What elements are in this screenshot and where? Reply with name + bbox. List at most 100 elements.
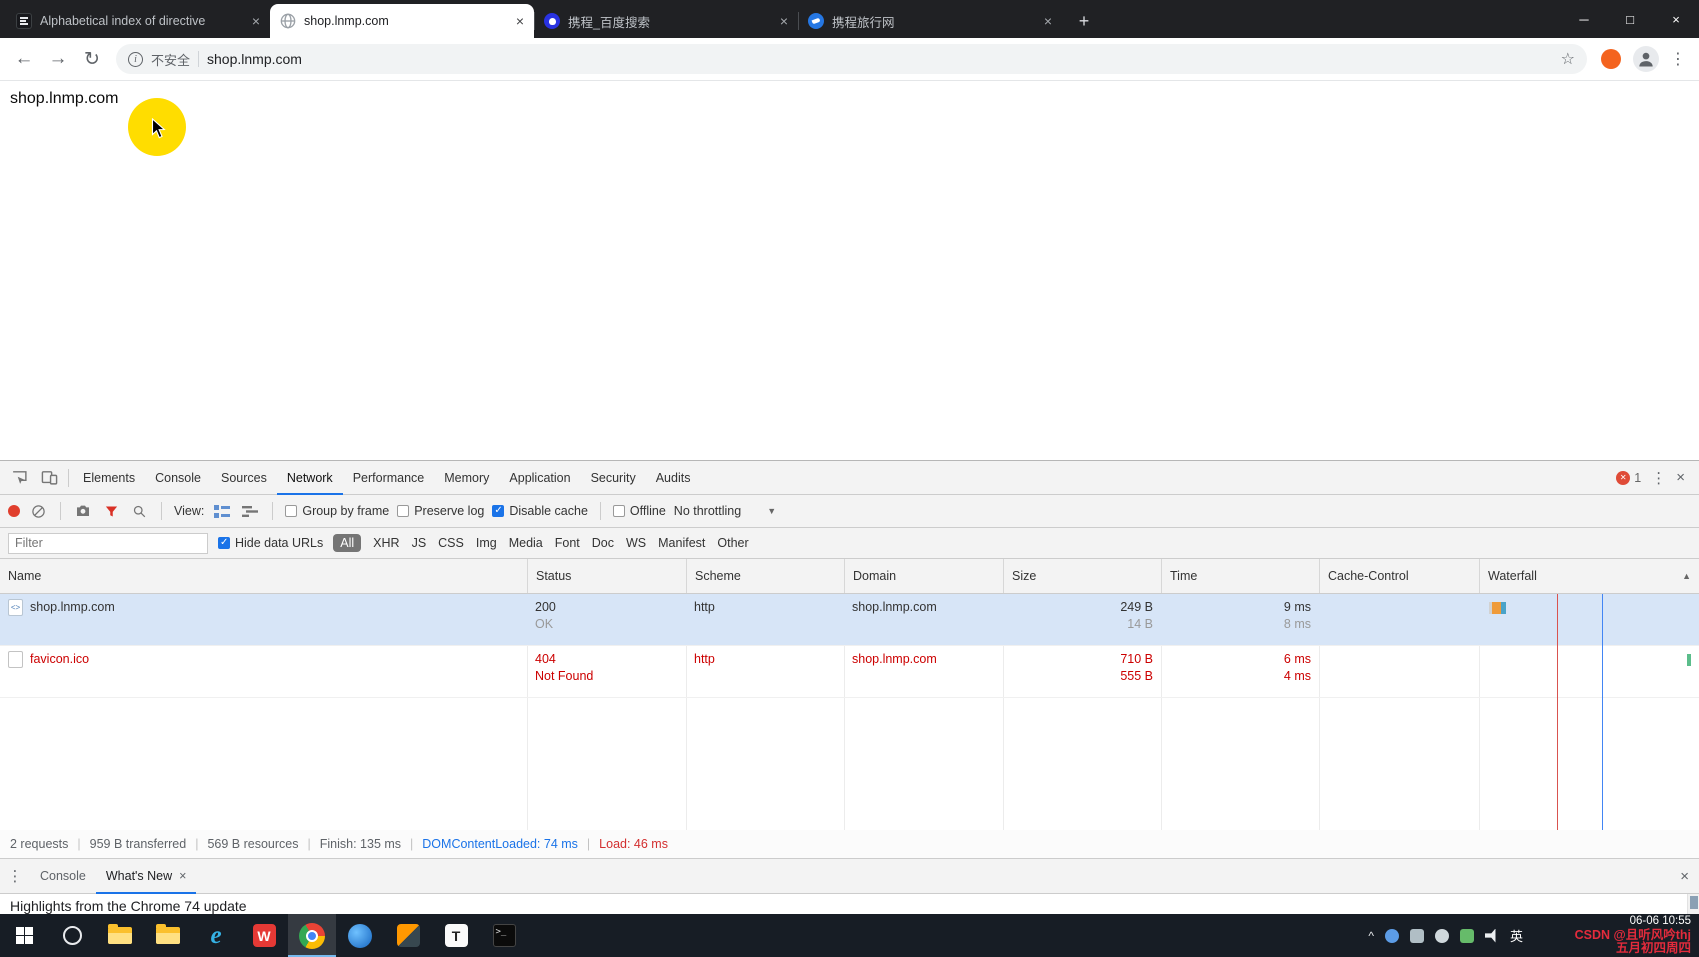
column-header-cache-control[interactable]: Cache-Control: [1319, 559, 1479, 593]
info-icon[interactable]: i: [128, 52, 143, 67]
url-text[interactable]: shop.lnmp.com: [207, 51, 1553, 67]
filter-type-font[interactable]: Font: [555, 536, 580, 550]
bookmark-star-icon[interactable]: ☆: [1561, 49, 1575, 69]
office-app-button[interactable]: W: [240, 914, 288, 957]
filter-type-media[interactable]: Media: [509, 536, 543, 550]
waterfall-bar[interactable]: [1489, 602, 1691, 614]
terminal-button[interactable]: >_: [480, 914, 528, 957]
reload-button[interactable]: ↻: [76, 43, 108, 75]
cortana-search-button[interactable]: [48, 914, 96, 957]
browser-tab-ctrip[interactable]: 携程旅行网 ×: [798, 4, 1062, 38]
minimize-button[interactable]: ─: [1561, 0, 1607, 38]
forward-button[interactable]: →: [42, 43, 74, 75]
devtools-close-icon[interactable]: ×: [1676, 469, 1685, 486]
speaker-icon[interactable]: [1485, 929, 1499, 943]
preserve-log-checkbox[interactable]: Preserve log: [397, 504, 484, 518]
tab-sources[interactable]: Sources: [211, 461, 277, 495]
tab-performance[interactable]: Performance: [343, 461, 435, 495]
profile-avatar-icon[interactable]: [1633, 46, 1659, 72]
tray-icon[interactable]: [1460, 929, 1474, 943]
filter-type-doc[interactable]: Doc: [592, 536, 614, 550]
start-button[interactable]: [0, 914, 48, 957]
waterfall-bar[interactable]: [1687, 654, 1691, 666]
clear-icon[interactable]: [28, 501, 48, 521]
sort-indicator-icon[interactable]: ▲: [1682, 571, 1691, 581]
tab-application[interactable]: Application: [499, 461, 580, 495]
filter-input[interactable]: [8, 533, 208, 554]
throttling-dropdown[interactable]: No throttling ▼: [674, 504, 776, 518]
tab-audits[interactable]: Audits: [646, 461, 701, 495]
window-close-button[interactable]: ×: [1653, 0, 1699, 38]
filter-type-ws[interactable]: WS: [626, 536, 646, 550]
tab-elements[interactable]: Elements: [73, 461, 145, 495]
tab-close-icon[interactable]: ×: [516, 14, 524, 28]
filter-type-js[interactable]: JS: [412, 536, 427, 550]
maximize-button[interactable]: □: [1607, 0, 1653, 38]
browser-tab-nginx-docs[interactable]: Alphabetical index of directive ×: [6, 4, 270, 38]
taskbar-clock[interactable]: 06-06 10:55: [1575, 915, 1691, 929]
screenshot-camera-icon[interactable]: [73, 501, 93, 521]
filter-type-other[interactable]: Other: [717, 536, 748, 550]
column-header-time[interactable]: Time: [1161, 559, 1319, 593]
browser-menu-icon[interactable]: ⋮: [1665, 49, 1691, 69]
devtools-menu-icon[interactable]: ⋮: [1651, 469, 1666, 487]
extension-icon[interactable]: [1601, 49, 1621, 69]
scrollbar-thumb[interactable]: [1690, 896, 1698, 909]
media-player-button[interactable]: [384, 914, 432, 957]
back-button[interactable]: ←: [8, 43, 40, 75]
tab-console[interactable]: Console: [145, 461, 211, 495]
tray-icon[interactable]: [1410, 929, 1424, 943]
drawer-tab-console[interactable]: Console: [30, 859, 96, 894]
address-bar[interactable]: i 不安全 shop.lnmp.com ☆: [116, 44, 1587, 74]
tab-close-icon[interactable]: ×: [1044, 14, 1052, 28]
error-count-badge[interactable]: 1: [1616, 471, 1641, 485]
tray-expand-icon[interactable]: ^: [1368, 929, 1374, 943]
tray-icon[interactable]: [1435, 929, 1449, 943]
new-tab-button[interactable]: +: [1070, 7, 1098, 35]
column-header-size[interactable]: Size: [1003, 559, 1161, 593]
filter-type-img[interactable]: Img: [476, 536, 497, 550]
hide-data-urls-checkbox[interactable]: Hide data URLs: [218, 536, 323, 550]
group-by-frame-checkbox[interactable]: Group by frame: [285, 504, 389, 518]
browser-tab-shop-lnmp[interactable]: shop.lnmp.com ×: [270, 4, 534, 38]
typora-button[interactable]: T: [432, 914, 480, 957]
tab-security[interactable]: Security: [581, 461, 646, 495]
browser-app-button[interactable]: [336, 914, 384, 957]
scrollbar[interactable]: [1687, 894, 1699, 914]
request-row-document[interactable]: <> shop.lnmp.com 200 OK http shop.lnmp.c…: [0, 594, 1699, 646]
tab-close-icon[interactable]: ×: [252, 14, 260, 28]
column-header-status[interactable]: Status: [527, 559, 686, 593]
drawer-tab-whats-new[interactable]: What's New ×: [96, 859, 197, 894]
column-header-domain[interactable]: Domain: [844, 559, 1003, 593]
folder-shortcut-button[interactable]: [144, 914, 192, 957]
tab-network[interactable]: Network: [277, 461, 343, 495]
tab-memory[interactable]: Memory: [434, 461, 499, 495]
tray-icon[interactable]: [1385, 929, 1399, 943]
browser-tab-baidu-search[interactable]: 携程_百度搜索 ×: [534, 4, 798, 38]
disable-cache-checkbox[interactable]: Disable cache: [492, 504, 588, 518]
drawer-menu-icon[interactable]: ⋮: [0, 863, 30, 889]
file-explorer-button[interactable]: [96, 914, 144, 957]
tab-close-icon[interactable]: ×: [780, 14, 788, 28]
record-button[interactable]: [8, 505, 20, 517]
large-rows-view-icon[interactable]: [212, 501, 232, 521]
drawer-close-icon[interactable]: ×: [1680, 868, 1689, 885]
column-header-waterfall[interactable]: Waterfall: [1479, 559, 1699, 593]
filter-type-css[interactable]: CSS: [438, 536, 464, 550]
filter-type-manifest[interactable]: Manifest: [658, 536, 705, 550]
filter-type-all[interactable]: All: [333, 534, 361, 552]
filter-type-xhr[interactable]: XHR: [373, 536, 399, 550]
offline-checkbox[interactable]: Offline: [613, 504, 666, 518]
drawer-tab-close-icon[interactable]: ×: [179, 869, 186, 883]
request-row-favicon[interactable]: · favicon.ico 404 Not Found http shop.ln…: [0, 646, 1699, 698]
internet-explorer-button[interactable]: e: [192, 914, 240, 957]
ime-indicator[interactable]: 英: [1510, 926, 1523, 945]
filter-funnel-icon[interactable]: [101, 501, 121, 521]
column-header-scheme[interactable]: Scheme: [686, 559, 844, 593]
inspect-element-icon[interactable]: [4, 465, 34, 491]
device-toolbar-icon[interactable]: [34, 465, 64, 491]
column-header-name[interactable]: Name: [0, 559, 527, 593]
overview-view-icon[interactable]: [240, 501, 260, 521]
search-icon[interactable]: [129, 501, 149, 521]
chrome-button[interactable]: [288, 914, 336, 957]
